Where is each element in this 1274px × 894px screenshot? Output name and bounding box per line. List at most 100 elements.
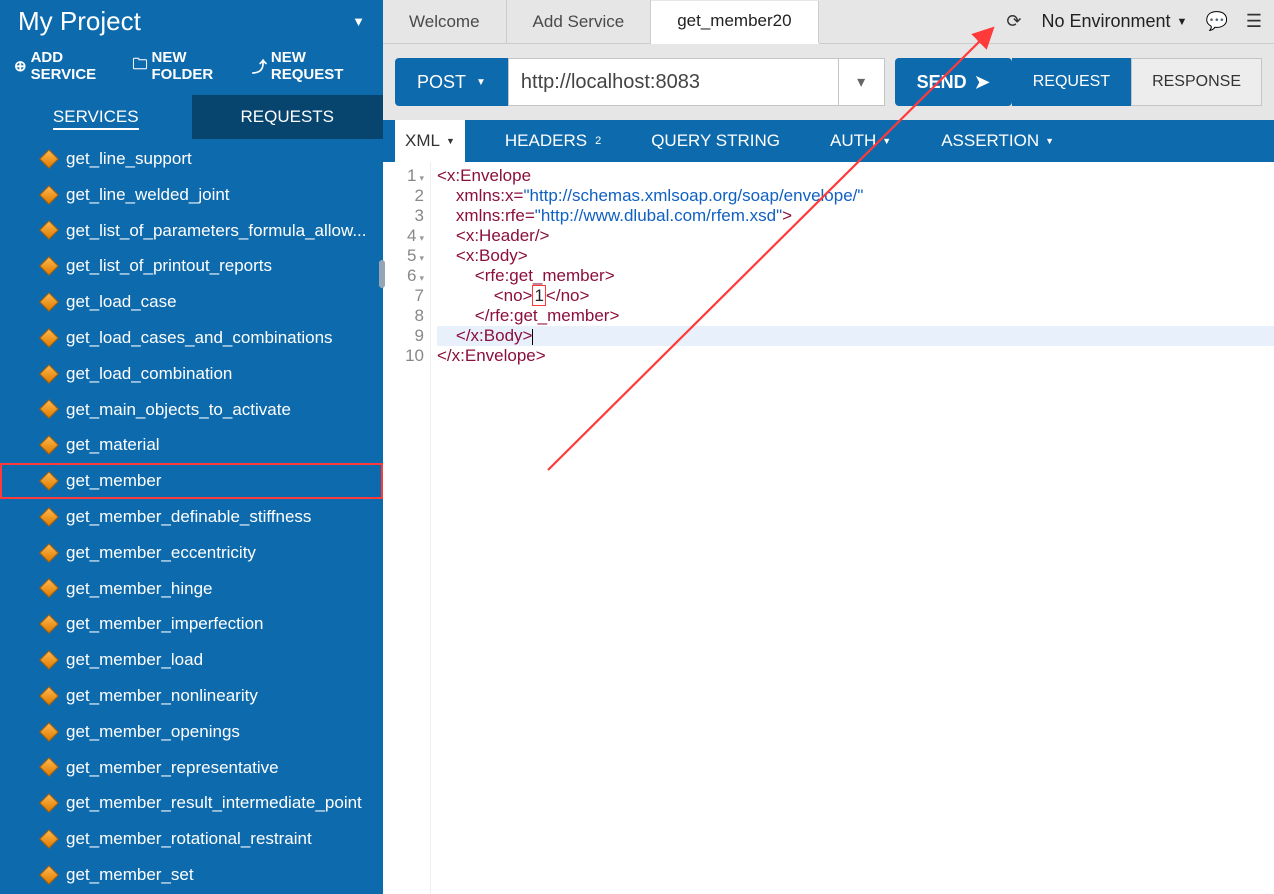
service-label: get_main_objects_to_activate <box>66 398 291 422</box>
environment-selector[interactable]: No Environment ▼ <box>1041 11 1187 32</box>
send-arrow-icon: ➤ <box>975 72 990 93</box>
new-request-label: NEW REQUEST <box>271 49 369 83</box>
project-header[interactable]: My Project ▼ <box>0 0 383 47</box>
headers-count: 2 <box>595 135 601 147</box>
service-item[interactable]: get_member_result_intermediate_point <box>0 785 383 821</box>
xml-label: XML <box>405 131 440 151</box>
code-area[interactable]: <x:Envelope xmlns:x="http://schemas.xmls… <box>431 162 1274 894</box>
headers-tab[interactable]: HEADERS 2 <box>495 120 611 162</box>
assertion-tab[interactable]: ASSERTION ▼ <box>931 120 1064 162</box>
refresh-icon[interactable]: ⟳ <box>1006 11 1021 32</box>
service-item[interactable]: get_member_openings <box>0 714 383 750</box>
service-label: get_member_rotational_restraint <box>66 827 312 851</box>
service-label: get_load_case <box>66 290 177 314</box>
service-item[interactable]: get_member_imperfection <box>0 606 383 642</box>
main-panel: Welcome Add Service get_member20 ⟳ No En… <box>383 0 1274 894</box>
service-icon <box>39 328 59 348</box>
tab-services[interactable]: SERVICES <box>0 95 192 139</box>
method-label: POST <box>417 72 466 93</box>
new-request-button[interactable]: ⤴ NEW REQUEST <box>252 49 369 83</box>
service-icon <box>39 149 59 169</box>
content-type-bar: XML ▼ HEADERS 2 QUERY STRING AUTH ▼ ASSER… <box>383 120 1274 162</box>
service-item[interactable]: get_list_of_printout_reports <box>0 248 383 284</box>
service-item[interactable]: get_member_rotational_restraint <box>0 821 383 857</box>
sidebar-tabs: SERVICES REQUESTS <box>0 95 383 139</box>
response-tab[interactable]: RESPONSE <box>1131 58 1262 106</box>
services-list[interactable]: get_line_support get_line_welded_jointget… <box>0 139 383 894</box>
service-item[interactable]: get_member_set <box>0 857 383 893</box>
service-item[interactable]: get_material <box>0 427 383 463</box>
service-icon <box>39 221 59 241</box>
add-service-button[interactable]: ⊕ ADD SERVICE <box>14 49 120 83</box>
service-item[interactable]: get_load_cases_and_combinations <box>0 320 383 356</box>
service-item[interactable]: get_member_representative <box>0 750 383 786</box>
service-label: get_member_eccentricity <box>66 541 256 565</box>
plus-circle-icon: ⊕ <box>14 57 27 75</box>
menu-icon[interactable]: ☰ <box>1246 11 1262 32</box>
new-folder-button[interactable]: 🗀 NEW FOLDER <box>132 49 239 83</box>
service-label: get_member_imperfection <box>66 612 263 636</box>
send-label: SEND <box>917 72 967 93</box>
service-icon <box>39 722 59 742</box>
service-label: get_list_of_parameters_formula_allow... <box>66 219 367 243</box>
service-item[interactable]: get_line_welded_joint <box>0 177 383 213</box>
body-format-selector[interactable]: XML ▼ <box>395 120 465 162</box>
service-icon <box>39 686 59 706</box>
service-icon <box>39 400 59 420</box>
request-tab[interactable]: REQUEST <box>1012 58 1131 106</box>
add-service-label: ADD SERVICE <box>31 49 121 83</box>
tab-requests[interactable]: REQUESTS <box>192 95 384 139</box>
service-icon <box>39 256 59 276</box>
service-icon <box>39 507 59 527</box>
service-label: get_member_result_intermediate_point <box>66 791 362 815</box>
tab-welcome[interactable]: Welcome <box>383 0 507 43</box>
xml-editor[interactable]: 12345678910 <x:Envelope xmlns:x="http://… <box>383 162 1274 894</box>
url-input-wrapper <box>508 58 839 106</box>
service-item[interactable]: get_member_definable_stiffness <box>0 499 383 535</box>
service-icon <box>39 435 59 455</box>
sidebar-scrollbar-thumb[interactable] <box>379 260 385 288</box>
url-history-dropdown[interactable]: ▾ <box>839 58 885 106</box>
service-icon <box>39 364 59 384</box>
service-label: get_member_nonlinearity <box>66 684 258 708</box>
sidebar-actions: ⊕ ADD SERVICE 🗀 NEW FOLDER ⤴ NEW REQUEST <box>0 47 383 95</box>
headers-label: HEADERS <box>505 131 587 151</box>
url-input[interactable] <box>521 71 826 94</box>
service-item[interactable]: get_list_of_parameters_formula_allow... <box>0 213 383 249</box>
service-item[interactable]: get_load_combination <box>0 356 383 392</box>
chat-icon[interactable]: 💬 <box>1205 11 1227 32</box>
service-item[interactable]: get_main_objects_to_activate <box>0 392 383 428</box>
tab-add-service[interactable]: Add Service <box>507 0 652 43</box>
service-icon <box>39 793 59 813</box>
service-label: get_line_welded_joint <box>66 183 230 207</box>
service-item[interactable]: get_member_nonlinearity <box>0 678 383 714</box>
query-string-tab[interactable]: QUERY STRING <box>641 120 790 162</box>
service-label: get_line_support <box>66 147 192 171</box>
service-item[interactable]: get_line_support <box>0 141 383 177</box>
service-item[interactable]: get_member_hinge <box>0 571 383 607</box>
service-label: get_member_definable_stiffness <box>66 505 311 529</box>
caret-down-icon: ▼ <box>446 136 455 146</box>
service-label: get_load_cases_and_combinations <box>66 326 333 350</box>
environment-label: No Environment <box>1041 11 1170 32</box>
send-button[interactable]: SEND ➤ <box>895 58 1012 106</box>
project-title: My Project <box>18 6 141 37</box>
service-label: get_material <box>66 433 160 457</box>
service-icon <box>39 650 59 670</box>
service-item[interactable]: get_load_case <box>0 284 383 320</box>
auth-tab[interactable]: AUTH ▼ <box>820 120 901 162</box>
sidebar: My Project ▼ ⊕ ADD SERVICE 🗀 NEW FOLDER … <box>0 0 383 894</box>
caret-down-icon: ▼ <box>1045 136 1054 146</box>
service-item[interactable]: get_member <box>0 463 383 499</box>
method-selector[interactable]: POST ▼ <box>395 58 508 106</box>
new-folder-label: NEW FOLDER <box>152 49 240 83</box>
tab-services-label: SERVICES <box>53 107 139 130</box>
service-item[interactable]: get_member_eccentricity <box>0 535 383 571</box>
auth-label: AUTH <box>830 131 876 151</box>
caret-down-icon: ▼ <box>476 77 486 88</box>
service-label: get_member_load <box>66 648 203 672</box>
tab-current-request[interactable]: get_member20 <box>651 1 818 44</box>
project-caret-icon: ▼ <box>352 14 365 29</box>
service-item[interactable]: get_member_load <box>0 642 383 678</box>
service-icon <box>39 543 59 563</box>
